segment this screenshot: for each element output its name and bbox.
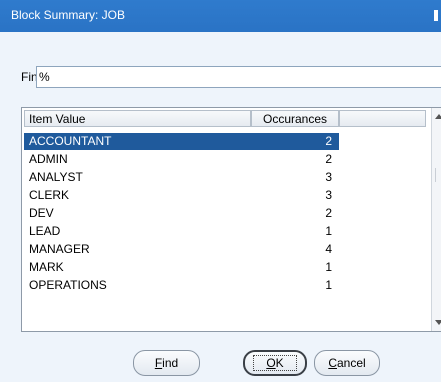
- item-value: LEAD: [29, 224, 61, 238]
- find-input[interactable]: %: [36, 66, 441, 88]
- item-value: CLERK: [29, 188, 70, 202]
- item-count: 2: [325, 134, 332, 148]
- item-count: 2: [325, 152, 332, 166]
- find-button-label: ind: [162, 356, 179, 370]
- item-value: MANAGER: [29, 242, 90, 256]
- list-item[interactable]: CLERK 3: [24, 187, 339, 204]
- item-value: ACCOUNTANT: [29, 134, 112, 148]
- item-value: ANALYST: [29, 170, 83, 184]
- list-item[interactable]: LEAD 1: [24, 223, 339, 240]
- cancel-button[interactable]: Cancel: [314, 350, 380, 376]
- item-count: 1: [325, 278, 332, 292]
- scroll-up-icon[interactable]: [435, 114, 441, 119]
- column-header-item-value[interactable]: Item Value: [24, 110, 251, 127]
- item-count: 1: [325, 224, 332, 238]
- column-header-empty: [339, 110, 426, 127]
- find-button[interactable]: Find: [133, 350, 200, 376]
- list-item[interactable]: MANAGER 4: [24, 241, 339, 258]
- cancel-button-mnemonic: C: [328, 356, 337, 370]
- list-item[interactable]: OPERATIONS 1: [24, 277, 339, 294]
- item-value: OPERATIONS: [29, 278, 107, 292]
- ok-button[interactable]: OK: [243, 350, 307, 376]
- title-bar: Block Summary: JOB: [0, 0, 441, 32]
- list-item[interactable]: ANALYST 3: [24, 169, 339, 186]
- item-value: DEV: [29, 206, 54, 220]
- list-item[interactable]: ADMIN 2: [24, 151, 339, 168]
- list-item[interactable]: DEV 2: [24, 205, 339, 222]
- item-count: 2: [325, 206, 332, 220]
- item-list[interactable]: Item Value Occurances ACCOUNTANT 2 ADMIN…: [21, 107, 441, 332]
- scroll-thumb[interactable]: [435, 168, 441, 182]
- focus-ring: [253, 355, 297, 371]
- item-count: 3: [325, 188, 332, 202]
- window-control-icon[interactable]: [434, 10, 438, 21]
- item-value: ADMIN: [29, 152, 68, 166]
- column-header-occurances[interactable]: Occurances: [251, 110, 339, 127]
- list-item[interactable]: MARK 1: [24, 259, 339, 276]
- cancel-button-label: ancel: [336, 356, 366, 370]
- scroll-down-icon[interactable]: [435, 320, 441, 325]
- item-value: MARK: [29, 260, 64, 274]
- item-count: 4: [325, 242, 332, 256]
- window-title: Block Summary: JOB: [11, 8, 126, 22]
- list-header: Item Value Occurances: [22, 108, 441, 127]
- item-count: 3: [325, 170, 332, 184]
- list-item[interactable]: ACCOUNTANT 2: [24, 133, 339, 150]
- item-count: 1: [325, 260, 332, 274]
- vertical-scrollbar[interactable]: [431, 108, 441, 331]
